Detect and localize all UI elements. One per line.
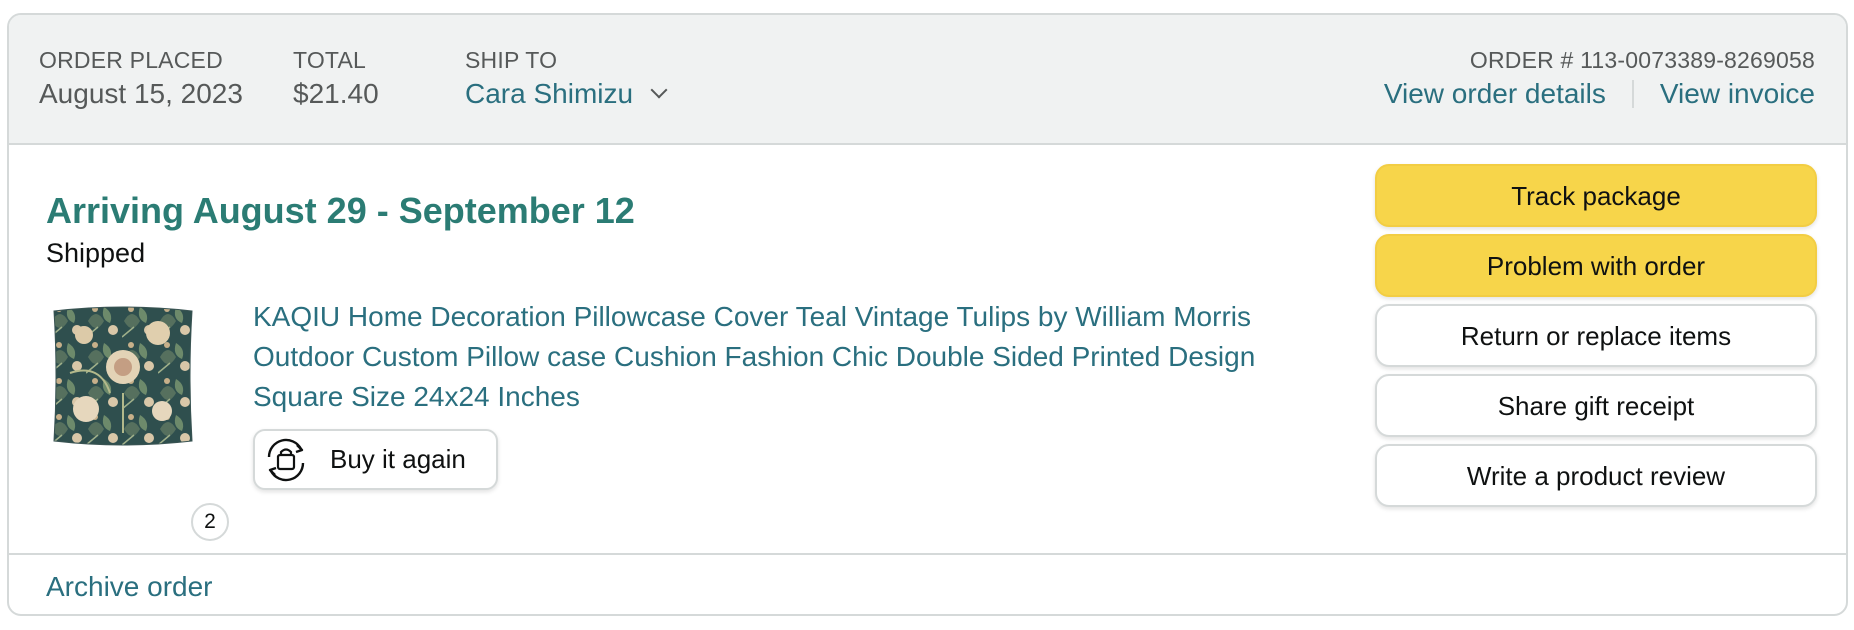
order-actions: Track package Problem with order Return … <box>1375 164 1817 514</box>
ship-to-label: SHIP TO <box>465 47 558 73</box>
track-package-button[interactable]: Track package <box>1375 164 1817 227</box>
buy-again-button[interactable]: Buy it again <box>253 429 498 490</box>
order-links: View order details View invoice <box>1384 75 1815 113</box>
order-number: ORDER # 113-0073389-8269058 <box>1469 47 1815 73</box>
order-placed-label: ORDER PLACED <box>39 47 223 73</box>
problem-with-order-button[interactable]: Problem with order <box>1375 234 1817 297</box>
order-placed-date: August 15, 2023 <box>39 78 243 109</box>
order-placed-column: ORDER PLACED August 15, 2023 <box>39 45 243 113</box>
write-review-button[interactable]: Write a product review <box>1375 444 1817 507</box>
archive-order-link[interactable]: Archive order <box>46 569 213 605</box>
delivery-status: Shipped <box>46 238 146 268</box>
order-number-column: ORDER # 113-0073389-8269058 View order d… <box>1384 45 1815 113</box>
product-image[interactable] <box>50 303 196 449</box>
order-body: Arriving August 29 - September 12 Shippe… <box>9 145 1846 565</box>
total-value: $21.40 <box>293 78 379 109</box>
order-header: ORDER PLACED August 15, 2023 TOTAL $21.4… <box>9 15 1846 145</box>
share-gift-receipt-button[interactable]: Share gift receipt <box>1375 374 1817 437</box>
ship-to-column: SHIP TO Cara Shimizu <box>465 45 668 113</box>
chevron-down-icon <box>650 81 668 99</box>
view-invoice-link[interactable]: View invoice <box>1660 75 1815 113</box>
buy-again-icon <box>260 434 312 486</box>
quantity-badge: 2 <box>191 503 229 541</box>
total-label: TOTAL <box>293 47 366 73</box>
order-card: ORDER PLACED August 15, 2023 TOTAL $21.4… <box>7 13 1848 616</box>
delivery-title: Arriving August 29 - September 12 <box>46 190 635 231</box>
return-or-replace-button[interactable]: Return or replace items <box>1375 304 1817 367</box>
order-footer: Archive order <box>9 553 1846 614</box>
buy-again-label: Buy it again <box>330 444 466 474</box>
link-divider <box>1631 80 1634 108</box>
ship-to-name: Cara Shimizu <box>465 78 634 109</box>
product-title-link[interactable]: KAQIU Home Decoration Pillowcase Cover T… <box>253 297 1293 417</box>
ship-to-dropdown[interactable]: Cara Shimizu <box>465 75 668 113</box>
total-column: TOTAL $21.40 <box>293 45 379 113</box>
view-order-details-link[interactable]: View order details <box>1384 75 1606 113</box>
pillow-image-icon <box>53 306 193 446</box>
